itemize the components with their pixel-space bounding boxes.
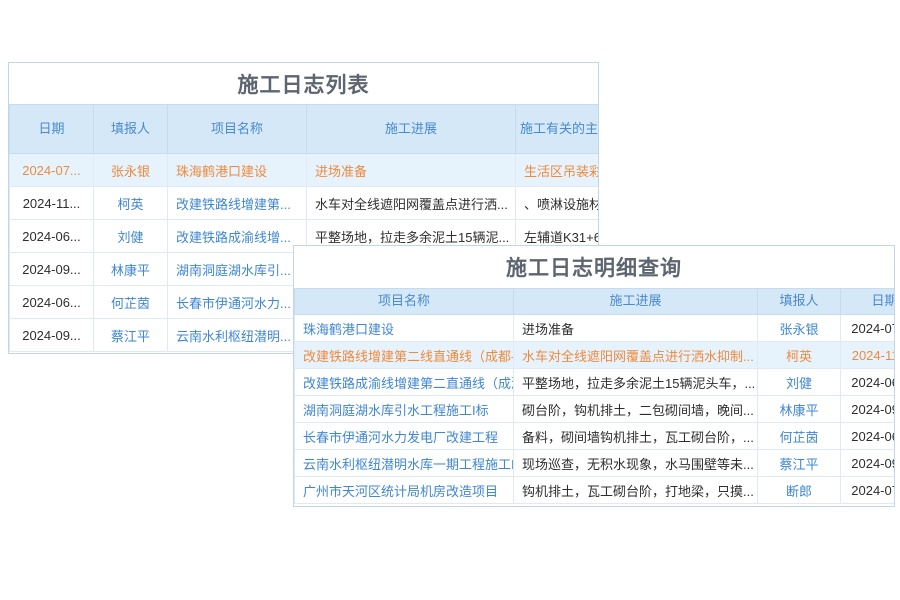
cell-date: 2024-09-09 bbox=[841, 450, 896, 477]
log-detail-table-header: 项目名称施工进展填报人日期 bbox=[295, 289, 896, 315]
cell-name[interactable]: 断郎 bbox=[758, 477, 841, 504]
table-row[interactable]: 云南水利枢纽潜明水库一期工程施工I标现场巡查，无积水现象，水马围壁等未...蔡江… bbox=[295, 450, 896, 477]
table-row[interactable]: 广州市天河区统计局机房改造项目钩机排土，瓦工砌台阶，打地梁，只摸...断郎202… bbox=[295, 477, 896, 504]
cell-date: 2024-06... bbox=[10, 220, 94, 253]
cell-name[interactable]: 柯英 bbox=[758, 342, 841, 369]
cell-project[interactable]: 长春市伊通河水力发电厂改建工程 bbox=[295, 423, 514, 450]
cell-name[interactable]: 张永银 bbox=[94, 154, 168, 187]
cell-progress: 进场准备 bbox=[307, 154, 516, 187]
cell-date: 2024-09... bbox=[10, 253, 94, 286]
cell-project[interactable]: 改建铁路线增建第... bbox=[168, 187, 307, 220]
column-header: 施工有关的主要工作 bbox=[516, 105, 600, 154]
log-detail-title: 施工日志明细查询 bbox=[294, 246, 894, 288]
cell-work: 、喷淋设施材... bbox=[516, 187, 600, 220]
cell-date: 2024-09... bbox=[10, 319, 94, 352]
cell-progress: 平整场地，拉走多余泥土15辆泥头车，... bbox=[514, 369, 758, 396]
column-header: 填报人 bbox=[94, 105, 168, 154]
cell-work: 生活区吊装彩... bbox=[516, 154, 600, 187]
cell-progress: 进场准备 bbox=[514, 315, 758, 342]
cell-progress: 钩机排土，瓦工砌台阶，打地梁，只摸... bbox=[514, 477, 758, 504]
cell-project[interactable]: 珠海鹤港口建设 bbox=[295, 315, 514, 342]
cell-name[interactable]: 何芷茵 bbox=[94, 286, 168, 319]
cell-date: 2024-07-09 bbox=[841, 477, 896, 504]
cell-date: 2024-07-09 bbox=[841, 315, 896, 342]
cell-name[interactable]: 刘健 bbox=[758, 369, 841, 396]
cell-name[interactable]: 何芷茵 bbox=[758, 423, 841, 450]
cell-date: 2024-11... bbox=[10, 187, 94, 220]
table-row[interactable]: 湖南洞庭湖水库引水工程施工I标砌台阶，钩机排土，二包砌间墙，晚间...林康平20… bbox=[295, 396, 896, 423]
column-header: 项目名称 bbox=[295, 289, 514, 315]
cell-project[interactable]: 广州市天河区统计局机房改造项目 bbox=[295, 477, 514, 504]
cell-progress: 现场巡查，无积水现象，水马围壁等未... bbox=[514, 450, 758, 477]
cell-project[interactable]: 湖南洞庭湖水库引水工程施工I标 bbox=[295, 396, 514, 423]
cell-name[interactable]: 张永银 bbox=[758, 315, 841, 342]
cell-name[interactable]: 柯英 bbox=[94, 187, 168, 220]
column-header: 填报人 bbox=[758, 289, 841, 315]
table-row[interactable]: 改建铁路线增建第二线直通线（成都-西水车对全线遮阳网覆盖点进行洒水抑制...柯英… bbox=[295, 342, 896, 369]
cell-name[interactable]: 蔡江平 bbox=[94, 319, 168, 352]
cell-project[interactable]: 长春市伊通河水力... bbox=[168, 286, 307, 319]
cell-project[interactable]: 改建铁路成渝线增... bbox=[168, 220, 307, 253]
cell-date: 2024-06-07 bbox=[841, 369, 896, 396]
table-row[interactable]: 2024-11...柯英改建铁路线增建第...水车对全线遮阳网覆盖点进行洒...… bbox=[10, 187, 600, 220]
log-list-table-header: 日期填报人项目名称施工进展施工有关的主要工作 bbox=[10, 105, 600, 154]
table-row[interactable]: 改建铁路成渝线增建第二直通线（成渝平整场地，拉走多余泥土15辆泥头车，...刘健… bbox=[295, 369, 896, 396]
cell-name[interactable]: 林康平 bbox=[758, 396, 841, 423]
column-header: 施工进展 bbox=[514, 289, 758, 315]
cell-name[interactable]: 刘健 bbox=[94, 220, 168, 253]
cell-name[interactable]: 林康平 bbox=[94, 253, 168, 286]
table-row[interactable]: 2024-07...张永银珠海鹤港口建设进场准备生活区吊装彩... bbox=[10, 154, 600, 187]
cell-project[interactable]: 改建铁路线增建第二线直通线（成都-西 bbox=[295, 342, 514, 369]
column-header: 日期 bbox=[841, 289, 896, 315]
cell-progress: 备料，砌间墙钩机排土，瓦工砌台阶，... bbox=[514, 423, 758, 450]
cell-project[interactable]: 湖南洞庭湖水库引... bbox=[168, 253, 307, 286]
log-list-title: 施工日志列表 bbox=[9, 63, 598, 104]
column-header: 日期 bbox=[10, 105, 94, 154]
cell-date: 2024-07... bbox=[10, 154, 94, 187]
cell-progress: 砌台阶，钩机排土，二包砌间墙，晚间... bbox=[514, 396, 758, 423]
cell-project[interactable]: 云南水利枢纽潜明水库一期工程施工I标 bbox=[295, 450, 514, 477]
cell-date: 2024-06-04 bbox=[841, 423, 896, 450]
log-detail-table: 项目名称施工进展填报人日期 珠海鹤港口建设进场准备张永银2024-07-09改建… bbox=[294, 288, 895, 504]
table-row[interactable]: 长春市伊通河水力发电厂改建工程备料，砌间墙钩机排土，瓦工砌台阶，...何芷茵20… bbox=[295, 423, 896, 450]
cell-project[interactable]: 云南水利枢纽潜明... bbox=[168, 319, 307, 352]
cell-progress: 水车对全线遮阳网覆盖点进行洒... bbox=[307, 187, 516, 220]
cell-date: 2024-06... bbox=[10, 286, 94, 319]
column-header: 施工进展 bbox=[307, 105, 516, 154]
table-row[interactable]: 珠海鹤港口建设进场准备张永银2024-07-09 bbox=[295, 315, 896, 342]
cell-project[interactable]: 珠海鹤港口建设 bbox=[168, 154, 307, 187]
column-header: 项目名称 bbox=[168, 105, 307, 154]
cell-date: 2024-11-01 bbox=[841, 342, 896, 369]
cell-project[interactable]: 改建铁路成渝线增建第二直通线（成渝 bbox=[295, 369, 514, 396]
cell-date: 2024-09-09 bbox=[841, 396, 896, 423]
construction-log-detail-panel: 施工日志明细查询 项目名称施工进展填报人日期 珠海鹤港口建设进场准备张永银202… bbox=[293, 245, 895, 507]
cell-progress: 水车对全线遮阳网覆盖点进行洒水抑制... bbox=[514, 342, 758, 369]
cell-name[interactable]: 蔡江平 bbox=[758, 450, 841, 477]
